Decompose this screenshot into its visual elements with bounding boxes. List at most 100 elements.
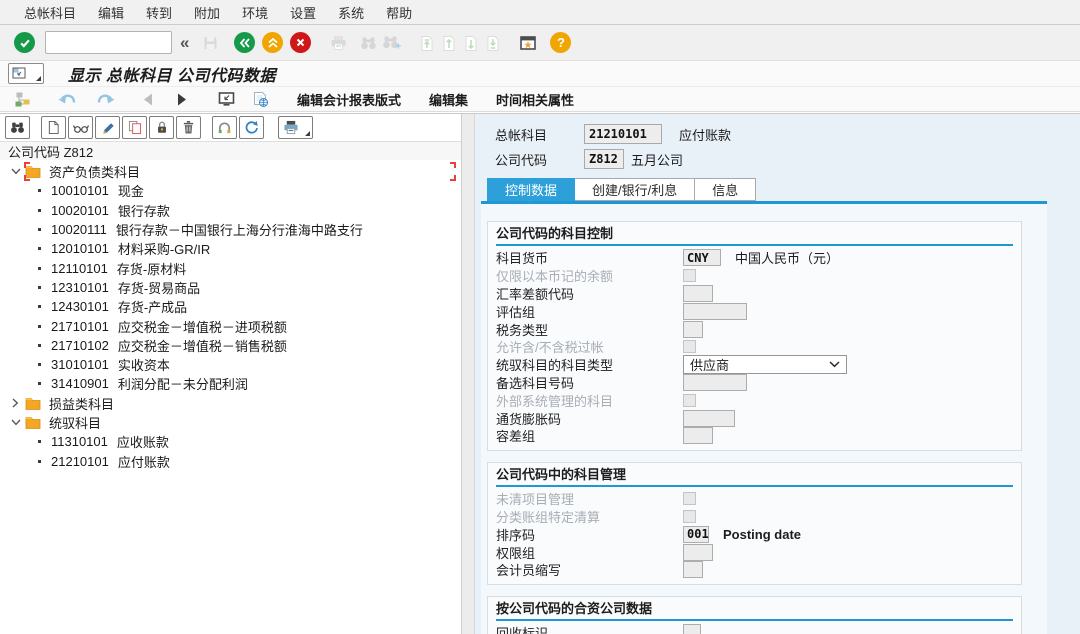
tab-2[interactable]: 信息	[695, 178, 756, 201]
input-field[interactable]	[683, 427, 713, 444]
company-code-description: 五月公司	[631, 150, 683, 169]
edit-set-button[interactable]: 编辑集	[429, 90, 468, 109]
tab-1[interactable]: 创建/银行/利息	[575, 178, 695, 201]
account-number: 31010101	[51, 357, 109, 372]
tree-account-row[interactable]: 21710101应交税金－增值税－进项税额	[0, 316, 461, 335]
command-input[interactable]	[45, 31, 172, 54]
change-button[interactable]	[95, 116, 120, 139]
account-number: 12110101	[51, 261, 108, 276]
command-collapse-icon[interactable]: «	[180, 33, 189, 53]
dropdown-caret-icon	[305, 131, 310, 136]
company-code-field[interactable]: Z812	[584, 149, 624, 169]
tree-account-row[interactable]: 12310101存货-贸易商品	[0, 278, 461, 297]
tree-account-row[interactable]: 10010101现金	[0, 181, 461, 200]
field-label: 排序码	[496, 525, 683, 544]
layout-menu-button[interactable]	[8, 63, 44, 84]
input-field[interactable]	[683, 624, 701, 634]
copy-icon	[128, 120, 142, 135]
input-field[interactable]	[683, 303, 747, 320]
company-code-label: 公司代码	[495, 150, 584, 169]
form-row: 通货膨胀码	[496, 409, 1013, 427]
tree-folder-row[interactable]: 统驭科目	[0, 413, 461, 432]
menu-item-1[interactable]: 编辑	[87, 3, 135, 22]
tree-account-row[interactable]: 12010101 材料采购-GR/IR	[0, 239, 461, 258]
menu-item-5[interactable]: 设置	[279, 3, 327, 22]
edit-financial-statement-version-button[interactable]: 编辑会计报表版式	[297, 90, 401, 109]
display-button[interactable]	[68, 116, 93, 139]
assign-button[interactable]	[212, 116, 237, 139]
input-field[interactable]	[683, 285, 713, 302]
chevron-down-icon[interactable]	[9, 168, 22, 175]
field-label: 回收标识	[496, 623, 683, 634]
account-name: 银行存款－中国银行上海分行淮海中路支行	[116, 220, 363, 239]
input-field[interactable]	[683, 544, 713, 561]
tree-account-row[interactable]: 11310101应收账款	[0, 432, 461, 451]
input-field[interactable]	[683, 561, 703, 578]
delete-button[interactable]	[176, 116, 201, 139]
create-button[interactable]	[41, 116, 66, 139]
menu-item-6[interactable]: 系统	[327, 3, 375, 22]
print-button[interactable]	[278, 116, 303, 139]
menu-item-7[interactable]: 帮助	[375, 3, 423, 22]
other-display-icon[interactable]	[217, 91, 236, 107]
refresh-button[interactable]	[239, 116, 264, 139]
checkbox	[683, 492, 696, 505]
cancel-button[interactable]	[290, 32, 311, 53]
chevron-down-icon	[829, 361, 840, 368]
gl-account-field[interactable]: 21210101	[584, 124, 662, 144]
tree-account-row[interactable]: 10020111银行存款－中国银行上海分行淮海中路支行	[0, 220, 461, 239]
account-number: 12010101	[51, 241, 109, 256]
tree-account-row[interactable]: 21710102应交税金－增值税－销售税额	[0, 336, 461, 355]
input-field[interactable]	[683, 410, 735, 427]
bullet-icon	[38, 267, 41, 270]
account-name: 材料采购-GR/IR	[118, 239, 210, 258]
tree-account-row[interactable]: 21210101应付账款	[0, 451, 461, 470]
tree-account-row[interactable]: 31410901利润分配－未分配利润	[0, 374, 461, 393]
group-underline	[496, 619, 1013, 621]
menu-item-3[interactable]: 附加	[183, 3, 231, 22]
redo-icon[interactable]	[95, 92, 116, 107]
copy-button[interactable]	[122, 116, 147, 139]
dropdown[interactable]: 供应商	[683, 355, 847, 374]
binoculars-icon	[10, 121, 25, 134]
menu-item-4[interactable]: 环境	[231, 3, 279, 22]
next-node-icon[interactable]	[175, 92, 189, 107]
company-code-row: 公司代码 Z812 五月公司	[495, 149, 683, 169]
exit-button[interactable]	[262, 32, 283, 53]
panel-splitter[interactable]	[462, 114, 475, 634]
new-session-icon[interactable]	[519, 35, 537, 51]
main-area: 公司代码 Z812 资产负债类科目10010101现金10020101银行存款1…	[0, 113, 1080, 634]
find-button[interactable]	[5, 116, 30, 139]
hierarchy-icon[interactable]	[14, 91, 32, 107]
tree-account-row[interactable]: 31010101实收资本	[0, 355, 461, 374]
chevron-right-icon[interactable]	[9, 398, 22, 408]
input-field[interactable]: 001	[683, 526, 709, 543]
checkbox	[683, 269, 696, 282]
print-dropdown-button[interactable]	[301, 116, 313, 139]
field-label: 税务类型	[496, 320, 683, 339]
field-label: 允许含/不含税过帐	[496, 337, 683, 356]
help-button[interactable]: ?	[550, 32, 571, 53]
menu-item-0[interactable]: 总帐科目	[13, 3, 87, 22]
time-dependent-attributes-button[interactable]: 时间相关属性	[496, 90, 574, 109]
enter-button[interactable]	[14, 32, 35, 53]
tree-account-row[interactable]: 12430101存货-产成品	[0, 297, 461, 316]
tab-0[interactable]: 控制数据	[487, 178, 575, 201]
tree-account-row[interactable]: 10020101银行存款	[0, 201, 461, 220]
block-button[interactable]	[149, 116, 174, 139]
input-field[interactable]: CNY	[683, 249, 721, 266]
input-field[interactable]	[683, 374, 747, 391]
field-label: 外部系统管理的科目	[496, 391, 683, 410]
last-page-icon	[485, 35, 501, 51]
input-field[interactable]	[683, 321, 703, 338]
tree-folder-row[interactable]: 损益类科目	[0, 394, 461, 413]
form-row: 允许含/不含税过帐	[496, 338, 1013, 356]
back-button[interactable]	[234, 32, 255, 53]
tree-account-row[interactable]: 12110101存货-原材料	[0, 258, 461, 277]
undo-icon[interactable]	[57, 92, 78, 107]
document-globe-icon[interactable]	[252, 91, 269, 108]
menu-item-2[interactable]: 转到	[135, 3, 183, 22]
chevron-down-icon[interactable]	[9, 419, 22, 426]
bullet-icon	[38, 325, 41, 328]
tree-folder-row[interactable]: 资产负债类科目	[0, 162, 461, 181]
